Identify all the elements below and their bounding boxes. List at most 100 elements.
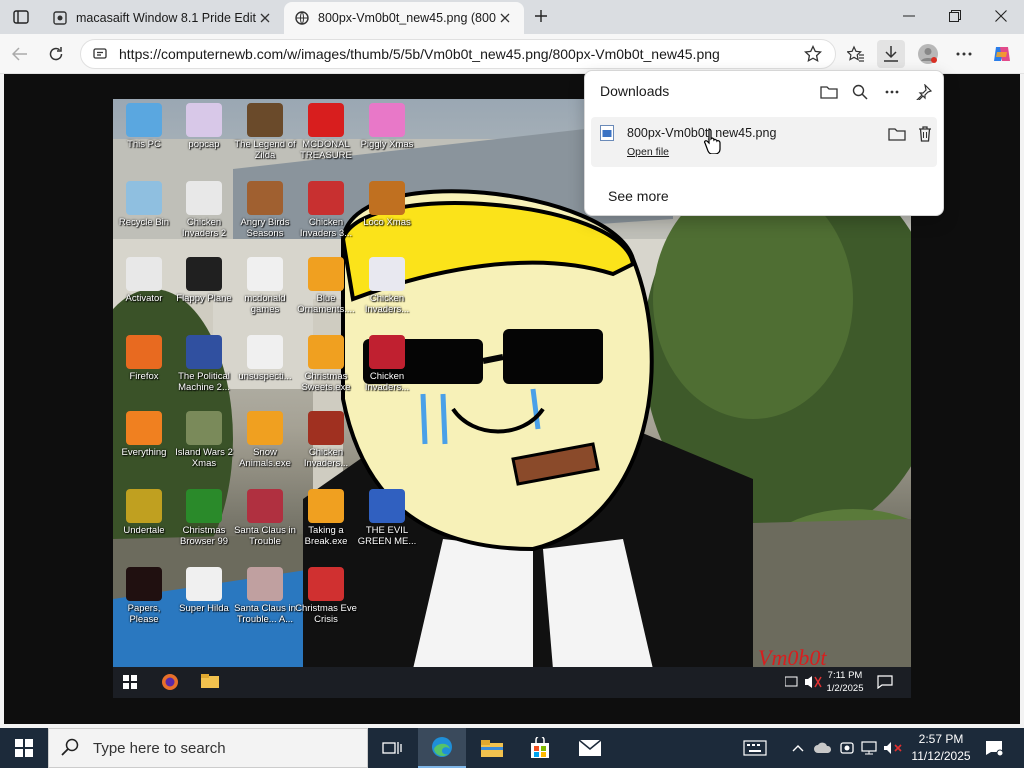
favorite-star-icon[interactable] — [799, 40, 827, 68]
desktop-icon-label: Chicken Invaders... — [303, 447, 349, 469]
desktop-icon: THE EVIL GREEN ME... — [356, 489, 418, 547]
desktop-icon-label: Chicken Invaders 3... — [299, 217, 353, 239]
search-downloads-icon[interactable] — [847, 81, 873, 103]
desktop-icon-label: Papers, Please — [127, 603, 161, 625]
desktop-app-icon — [369, 181, 405, 215]
desktop-icon: Super Hilda — [173, 567, 235, 614]
desktop-app-icon — [369, 489, 405, 523]
desktop-app-icon — [308, 411, 344, 445]
close-tab-icon[interactable] — [496, 9, 514, 27]
desktop-app-icon — [308, 567, 344, 601]
pin-icon[interactable] — [911, 81, 937, 103]
desktop-icon-label: Firefox — [129, 371, 159, 382]
desktop-icon-label: THE EVIL GREEN ME... — [357, 525, 417, 547]
desktop-icon: Undertale — [113, 489, 175, 536]
desktop-icon: Loco Xmas — [356, 181, 418, 228]
desktop-icon: popcap — [173, 103, 235, 150]
desktop-app-icon — [308, 489, 344, 523]
mouse-pointer-icon — [703, 128, 723, 157]
onedrive-icon[interactable] — [812, 728, 834, 768]
desktop-app-icon — [126, 567, 162, 601]
download-item[interactable]: 800px-Vm0b0t_new45.png Open file — [591, 117, 937, 167]
desktop-app-icon — [126, 257, 162, 291]
url-text: https://computernewb.com/w/images/thumb/… — [119, 46, 720, 62]
see-more-link[interactable]: See more — [608, 188, 669, 204]
more-options-icon[interactable] — [879, 81, 905, 103]
desktop-icon: Christmas Browser 99 — [173, 489, 235, 547]
minimize-button[interactable] — [886, 0, 932, 32]
site-info-icon[interactable] — [93, 46, 107, 63]
start-button[interactable] — [0, 728, 48, 768]
close-window-button[interactable] — [978, 0, 1024, 32]
notification-center-icon[interactable] — [982, 728, 1006, 768]
desktop-icon-label: Chicken Invaders 2 — [181, 217, 227, 239]
tab-actions-menu-icon[interactable] — [8, 6, 34, 28]
copilot-icon[interactable] — [988, 40, 1016, 68]
keyboard-icon[interactable] — [740, 728, 770, 768]
show-in-folder-icon[interactable] — [885, 123, 909, 145]
new-tab-button[interactable] — [530, 5, 552, 27]
meet-now-icon[interactable] — [836, 728, 858, 768]
tab-macasaift[interactable]: macasaift Window 8.1 Pride Editic — [42, 2, 284, 34]
taskbar-search-box[interactable]: Type here to search — [48, 728, 368, 768]
delete-icon[interactable] — [913, 123, 937, 145]
desktop-app-icon — [126, 411, 162, 445]
network-icon[interactable] — [860, 728, 880, 768]
volume-muted-icon[interactable] — [882, 728, 904, 768]
inner-start-icon — [123, 675, 137, 692]
store-taskbar-icon[interactable] — [516, 728, 564, 768]
desktop-app-icon — [369, 335, 405, 369]
back-button[interactable] — [6, 40, 34, 68]
inner-clock-date: 1/2/2025 — [826, 683, 864, 694]
desktop-app-icon — [369, 103, 405, 137]
desktop-app-icon — [186, 489, 222, 523]
inner-clock: 7:11 PM 1/2/2025 — [823, 669, 867, 695]
desktop-app-icon — [247, 257, 283, 291]
desktop-icon: unsuspecti... — [234, 335, 296, 382]
tab-image[interactable]: 800px-Vm0b0t_new45.png (800× — [284, 2, 524, 34]
refresh-button[interactable] — [42, 40, 70, 68]
desktop-icon: Everything — [113, 411, 175, 458]
tab-title: macasaift Window 8.1 Pride Editic — [76, 11, 256, 25]
address-field[interactable]: https://computernewb.com/w/images/thumb/… — [80, 39, 836, 69]
close-tab-icon[interactable] — [256, 9, 274, 27]
profile-avatar-icon[interactable] — [914, 40, 942, 68]
desktop-icon-label: Taking a Break.exe — [304, 525, 348, 547]
desktop-icon: Angry Birds Seasons — [234, 181, 296, 239]
inner-tray-icons — [784, 675, 823, 692]
inner-clock-time: 7:11 PM — [827, 670, 863, 681]
task-view-button[interactable] — [368, 728, 416, 768]
more-menu-icon[interactable] — [950, 40, 978, 68]
desktop-icon-label: This PC — [127, 139, 161, 150]
desktop-icon: Recycle Bin — [113, 181, 175, 228]
inner-explorer-icon — [201, 673, 219, 692]
downloads-icon[interactable] — [877, 40, 905, 68]
file-explorer-taskbar-icon[interactable] — [468, 728, 516, 768]
desktop-icon-label: popcap — [188, 139, 220, 150]
desktop-icon: Christmas Sweets.exe — [295, 335, 357, 393]
edge-taskbar-icon[interactable] — [418, 728, 466, 768]
open-file-link[interactable]: Open file — [627, 146, 669, 158]
desktop-icon: Island Wars 2 Xmas — [173, 411, 235, 469]
inner-taskbar: 7:11 PM 1/2/2025 — [113, 667, 911, 698]
desktop-icon: Christmas Eve Crisis — [295, 567, 357, 625]
browser-tab-bar: macasaift Window 8.1 Pride Editic 800px-… — [0, 0, 1024, 34]
desktop-icon: Firefox — [113, 335, 175, 382]
restore-button[interactable] — [932, 0, 978, 32]
desktop-icon-label: Christmas Eve Crisis — [295, 603, 357, 625]
globe-icon — [294, 10, 310, 26]
desktop-icon-label: Angry Birds Seasons — [240, 217, 290, 239]
mail-taskbar-icon[interactable] — [566, 728, 614, 768]
desktop-icon-label: Snow Animals.exe — [239, 447, 291, 469]
desktop-icon: Blue Ornaments.... — [295, 257, 357, 315]
taskbar-clock[interactable]: 2:57 PM 11/12/2025 — [902, 731, 980, 765]
open-folder-icon[interactable] — [816, 81, 842, 103]
desktop-icon: Snow Animals.exe — [234, 411, 296, 469]
desktop-app-icon — [186, 335, 222, 369]
chevron-up-icon[interactable] — [788, 728, 808, 768]
favorites-icon[interactable] — [842, 40, 870, 68]
desktop-app-icon — [247, 567, 283, 601]
desktop-icon-label: Chicken Invaders... — [364, 293, 410, 315]
desktop-icon-label: Activator — [125, 293, 163, 304]
inner-notification-icon — [877, 675, 893, 692]
